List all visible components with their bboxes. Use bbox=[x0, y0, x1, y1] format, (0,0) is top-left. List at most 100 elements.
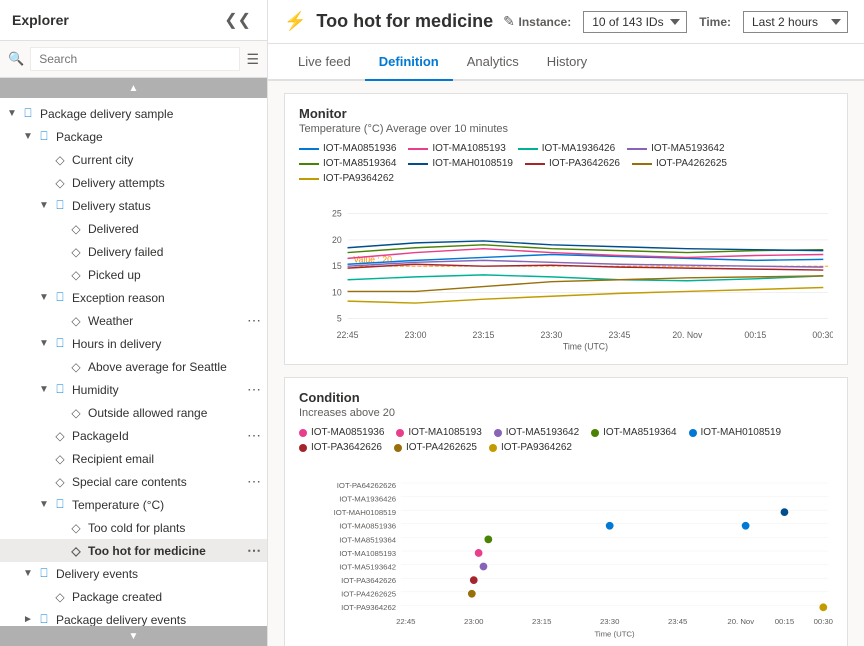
svg-text:23:15: 23:15 bbox=[532, 617, 551, 626]
leaf-icon: ◇ bbox=[52, 153, 68, 167]
tree-item-humidity[interactable]: ▼ ⎕ Humidity ⋯ bbox=[0, 378, 267, 401]
tree-item-exception-reason[interactable]: ▼ ⎕ Exception reason ⋯ bbox=[0, 286, 267, 309]
tree-item-label: Temperature (°C) bbox=[72, 498, 241, 512]
chevron-icon: ▼ bbox=[36, 338, 52, 349]
context-menu-button[interactable]: ⋯ bbox=[241, 427, 267, 444]
svg-text:23:15: 23:15 bbox=[473, 330, 495, 340]
tree-item-weather[interactable]: ◇ Weather ⋯ bbox=[0, 309, 267, 332]
instance-label: Instance: bbox=[519, 15, 572, 29]
search-container: 🔍 ☰ bbox=[0, 41, 267, 78]
tree-item-delivery-events[interactable]: ▼ ⎕ Delivery events ⋯ bbox=[0, 562, 267, 585]
topbar: ⚡ Too hot for medicine ✎ Instance: 10 of… bbox=[268, 0, 864, 44]
svg-text:00:30: 00:30 bbox=[812, 330, 833, 340]
search-input[interactable] bbox=[30, 47, 240, 71]
scroll-down-arrow[interactable]: ▼ bbox=[0, 626, 267, 646]
scroll-up-arrow[interactable]: ▲ bbox=[0, 78, 267, 98]
search-filter-icon[interactable]: ☰ bbox=[246, 51, 259, 68]
content-area: Monitor Temperature (°C) Average over 10… bbox=[268, 81, 864, 646]
svg-text:23:30: 23:30 bbox=[541, 330, 563, 340]
condition-legend-item: IOT-PA9364262 bbox=[489, 442, 572, 453]
group-icon: ⎕ bbox=[20, 106, 36, 121]
tree-item-delivery-attempts[interactable]: ◇ Delivery attempts ⋯ bbox=[0, 171, 267, 194]
svg-text:IOT-MA5193642: IOT-MA5193642 bbox=[339, 562, 396, 571]
tree-item-label: Special care contents bbox=[72, 475, 241, 489]
tree-item-above-avg-seattle[interactable]: ◇ Above average for Seattle ⋯ bbox=[0, 355, 267, 378]
tree-item-package-created[interactable]: ◇ Package created ⋯ bbox=[0, 585, 267, 608]
chevron-icon: ▼ bbox=[36, 384, 52, 395]
context-menu-button[interactable]: ⋯ bbox=[241, 473, 267, 490]
tree-item-special-care-contents[interactable]: ◇ Special care contents ⋯ bbox=[0, 470, 267, 493]
tree-item-label: Delivery events bbox=[56, 567, 241, 581]
edit-icon[interactable]: ✎ bbox=[503, 13, 515, 30]
tree-item-label: Delivery failed bbox=[88, 245, 241, 259]
tree-item-picked-up[interactable]: ◇ Picked up ⋯ bbox=[0, 263, 267, 286]
condition-legend-item: IOT-MA0851936 bbox=[299, 427, 384, 438]
svg-text:00:15: 00:15 bbox=[775, 617, 794, 626]
leaf-icon: ◇ bbox=[52, 452, 68, 466]
condition-legend-item: IOT-MA5193642 bbox=[494, 427, 579, 438]
tree-item-outside-allowed-range[interactable]: ◇ Outside allowed range ⋯ bbox=[0, 401, 267, 424]
tab-live-feed[interactable]: Live feed bbox=[284, 44, 365, 81]
leaf-icon: ◇ bbox=[68, 222, 84, 236]
group-icon: ⎕ bbox=[52, 336, 68, 351]
tree-item-package[interactable]: ▼ ⎕ Package ⋯ bbox=[0, 125, 267, 148]
condition-legend-item: IOT-MAH0108519 bbox=[689, 427, 782, 438]
svg-text:IOT-PA9364262: IOT-PA9364262 bbox=[341, 603, 396, 612]
alert-icon: ⚡ bbox=[284, 11, 306, 32]
svg-text:20: 20 bbox=[332, 235, 342, 245]
svg-text:23:00: 23:00 bbox=[464, 617, 483, 626]
tree-item-label: Package delivery sample bbox=[40, 107, 241, 121]
context-menu-button[interactable]: ⋯ bbox=[241, 312, 267, 329]
condition-svg: Object IDs selected IOT-PA64262626 IOT-M… bbox=[299, 461, 833, 641]
chevron-icon: ▼ bbox=[36, 292, 52, 303]
tree-item-pkg-delivery-sample[interactable]: ▼ ⎕ Package delivery sample ⋯ bbox=[0, 102, 267, 125]
tab-history[interactable]: History bbox=[533, 44, 601, 81]
tree-item-too-hot-for-medicine[interactable]: ◇ Too hot for medicine ⋯ bbox=[0, 539, 267, 562]
tree-item-label: Too hot for medicine bbox=[88, 544, 241, 558]
tree-item-label: Humidity bbox=[72, 383, 241, 397]
chevron-icon: ▼ bbox=[20, 568, 36, 579]
tree-item-delivery-status[interactable]: ▼ ⎕ Delivery status ⋯ bbox=[0, 194, 267, 217]
context-menu-button[interactable]: ⋯ bbox=[241, 542, 267, 559]
svg-text:25: 25 bbox=[332, 209, 342, 219]
condition-legend-item: IOT-PA3642626 bbox=[299, 442, 382, 453]
monitor-panel: Monitor Temperature (°C) Average over 10… bbox=[284, 93, 848, 365]
leaf-icon: ◇ bbox=[52, 429, 68, 443]
svg-text:00:30: 00:30 bbox=[814, 617, 833, 626]
svg-text:IOT-MA0851936: IOT-MA0851936 bbox=[339, 522, 396, 531]
tree-item-current-city[interactable]: ◇ Current city ⋯ bbox=[0, 148, 267, 171]
sidebar-collapse-button[interactable]: ❮❮ bbox=[220, 8, 255, 32]
monitor-subtitle: Temperature (°C) Average over 10 minutes bbox=[299, 123, 833, 135]
svg-text:IOT-MA8519364: IOT-MA8519364 bbox=[339, 535, 397, 544]
tree-item-label: Package bbox=[56, 130, 241, 144]
svg-text:IOT-MA1085193: IOT-MA1085193 bbox=[339, 549, 396, 558]
group-icon: ⎕ bbox=[52, 290, 68, 305]
condition-subtitle: Increases above 20 bbox=[299, 407, 833, 419]
tree-item-package-delivery-events[interactable]: ► ⎕ Package delivery events ⋯ bbox=[0, 608, 267, 626]
tree-item-hours-in-delivery[interactable]: ▼ ⎕ Hours in delivery ⋯ bbox=[0, 332, 267, 355]
svg-text:15: 15 bbox=[332, 261, 342, 271]
tree-item-package-id[interactable]: ◇ PackageId ⋯ bbox=[0, 424, 267, 447]
tree-item-label: Delivery status bbox=[72, 199, 241, 213]
condition-legend-item: IOT-MA1085193 bbox=[396, 427, 481, 438]
svg-text:22:45: 22:45 bbox=[337, 330, 359, 340]
tab-analytics[interactable]: Analytics bbox=[453, 44, 533, 81]
tree-item-delivery-failed[interactable]: ◇ Delivery failed ⋯ bbox=[0, 240, 267, 263]
tree-item-too-cold-for-plants[interactable]: ◇ Too cold for plants ⋯ bbox=[0, 516, 267, 539]
condition-title: Condition bbox=[299, 390, 833, 405]
context-menu-button[interactable]: ⋯ bbox=[241, 381, 267, 398]
svg-text:00:15: 00:15 bbox=[744, 330, 766, 340]
topbar-left: ⚡ Too hot for medicine ✎ bbox=[284, 11, 515, 32]
main-content: ⚡ Too hot for medicine ✎ Instance: 10 of… bbox=[268, 0, 864, 646]
leaf-icon: ◇ bbox=[52, 590, 68, 604]
tab-definition[interactable]: Definition bbox=[365, 44, 453, 81]
svg-text:IOT-PA3642626: IOT-PA3642626 bbox=[341, 576, 396, 585]
monitor-svg: Temperature (°C) Value : 20 25 20 15 10 … bbox=[299, 192, 833, 352]
monitor-legend-item: IOT-PA3642626 bbox=[525, 158, 620, 169]
instance-select[interactable]: 10 of 143 IDsAll IDs bbox=[583, 11, 687, 33]
tree-item-temperature-c[interactable]: ▼ ⎕ Temperature (°C) ⋯ bbox=[0, 493, 267, 516]
time-select[interactable]: Last 2 hoursLast 24 hoursLast 7 days bbox=[743, 11, 848, 33]
tree-item-recipient-email[interactable]: ◇ Recipient email ⋯ bbox=[0, 447, 267, 470]
tree-item-delivered[interactable]: ◇ Delivered ⋯ bbox=[0, 217, 267, 240]
svg-text:20. Nov: 20. Nov bbox=[672, 330, 703, 340]
